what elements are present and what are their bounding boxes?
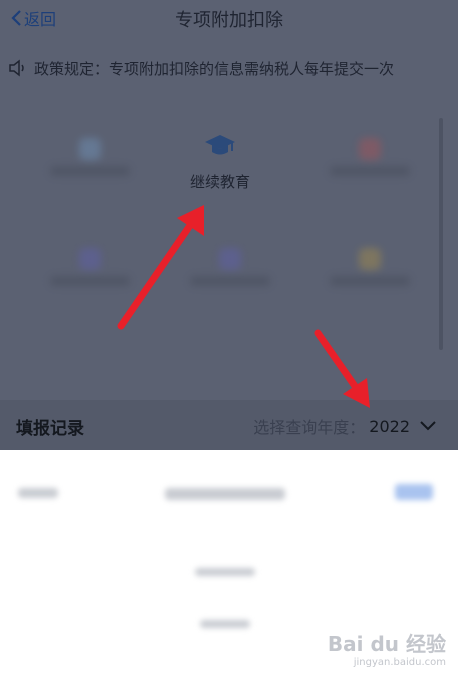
nav-bar: 返回 专项附加扣除 bbox=[0, 0, 458, 36]
record-bar: 填报记录 选择查询年度： 2022 bbox=[0, 400, 458, 450]
blurred-button bbox=[395, 484, 433, 500]
item-label bbox=[330, 276, 410, 286]
watermark: Bai du 经验 jingyan.baidu.com bbox=[328, 628, 446, 668]
grid-item-6[interactable] bbox=[310, 238, 430, 318]
item-icon bbox=[219, 248, 241, 270]
item-label bbox=[330, 166, 410, 176]
grid-item-5[interactable] bbox=[170, 238, 290, 318]
watermark-url: jingyan.baidu.com bbox=[353, 657, 446, 668]
notice-text: 政策规定：专项附加扣除的信息需纳税人每年提交一次 bbox=[34, 59, 395, 78]
grid-item-3[interactable] bbox=[310, 128, 430, 208]
grid-item-1[interactable] bbox=[30, 128, 150, 208]
item-label bbox=[190, 276, 270, 286]
item-icon bbox=[79, 248, 101, 270]
continuing-education-label: 继续教育 bbox=[189, 173, 250, 191]
graduation-cap-icon bbox=[205, 135, 235, 155]
item-icon bbox=[79, 138, 101, 160]
scrollbar[interactable] bbox=[439, 118, 443, 350]
grid-item-continuing-education[interactable]: 继续教育 bbox=[160, 133, 280, 192]
speaker-icon bbox=[9, 59, 24, 77]
year-value: 2022 bbox=[369, 416, 410, 436]
blurred-text bbox=[200, 620, 250, 628]
policy-notice: 政策规定：专项附加扣除的信息需纳税人每年提交一次 bbox=[0, 46, 458, 90]
year-select[interactable]: 选择查询年度： 2022 bbox=[253, 414, 436, 438]
blurred-text bbox=[18, 488, 58, 498]
record-title: 填报记录 bbox=[16, 419, 84, 439]
item-icon bbox=[359, 138, 381, 160]
blurred-text bbox=[165, 488, 285, 500]
grid-item-4[interactable] bbox=[30, 238, 150, 318]
item-label bbox=[50, 166, 130, 176]
year-label: 选择查询年度： bbox=[253, 418, 366, 437]
watermark-brand: Bai du 经验 bbox=[327, 632, 446, 656]
item-icon bbox=[359, 248, 381, 270]
chevron-down-icon bbox=[420, 421, 436, 431]
item-label bbox=[50, 276, 130, 286]
blurred-text bbox=[195, 568, 255, 576]
page-title: 专项附加扣除 bbox=[175, 10, 283, 31]
